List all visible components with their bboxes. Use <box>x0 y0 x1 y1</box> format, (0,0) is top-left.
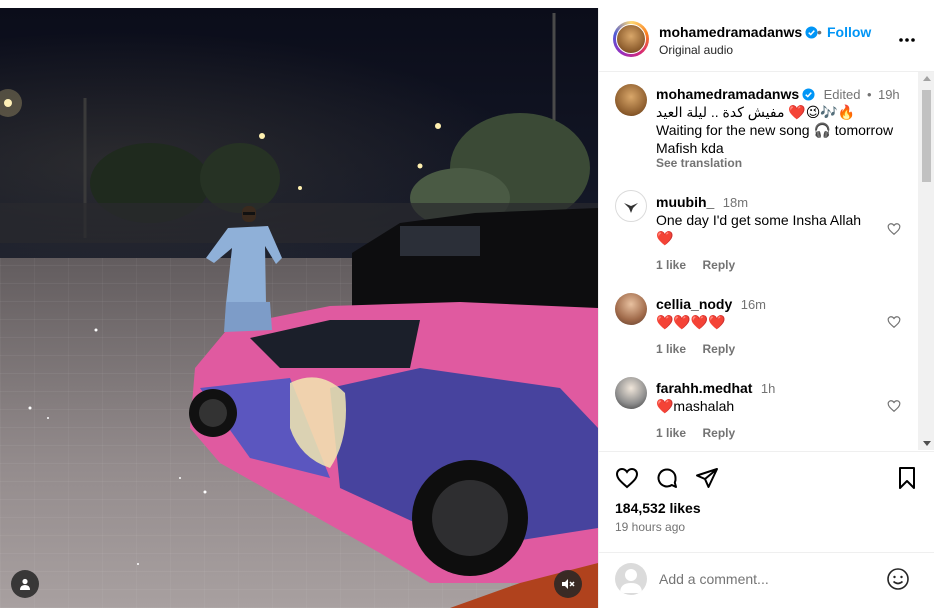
emoji-icon[interactable] <box>886 567 910 591</box>
comment-text-emoji: ❤️ <box>656 230 674 246</box>
author-avatar[interactable] <box>613 21 649 57</box>
street-light-glow <box>0 89 22 117</box>
comment-time: 16m <box>740 297 767 312</box>
caption-text-arabic: مفيش كدة .. ليلة العيد ❤️😉🎶🔥 <box>656 104 856 120</box>
mute-toggle-button[interactable] <box>554 570 582 598</box>
comment-icon[interactable] <box>655 466 679 490</box>
bird-logo-icon <box>624 203 638 213</box>
header-separator: • <box>817 24 822 40</box>
caption-text-line3: Mafish kda <box>656 140 724 156</box>
comments-scrollbar[interactable] <box>918 72 934 450</box>
likes-count[interactable]: 184,532 likes <box>615 500 701 516</box>
sparkle <box>137 563 139 565</box>
add-comment-bar <box>599 552 934 609</box>
comment-likes[interactable]: 1 like <box>656 342 686 356</box>
see-translation-link[interactable]: See translation <box>656 156 742 170</box>
commenter-username[interactable]: farahh.medhat <box>656 380 752 396</box>
comment-text: One day I'd get some Insha Allah <box>656 212 862 228</box>
post-actions: 184,532 likes 19 hours ago <box>599 451 934 552</box>
sparkle <box>179 477 181 479</box>
comments-list[interactable]: mohamedramadanws Edited • 19h مفيش كدة .… <box>599 72 917 450</box>
street-light <box>417 163 423 169</box>
comment-heart-icon[interactable] <box>887 315 901 329</box>
caption-text-english: Waiting for the new song 🎧 tomorrow <box>656 122 894 138</box>
audio-link[interactable]: Original audio <box>659 43 733 57</box>
commenter-avatar[interactable] <box>615 293 647 325</box>
commenter-avatar[interactable] <box>615 377 647 409</box>
street-light <box>259 133 265 139</box>
commenter-username[interactable]: cellia_nody <box>656 296 732 312</box>
caption-edited: Edited <box>823 87 861 102</box>
person-shorts <box>224 302 272 332</box>
scroll-thumb[interactable] <box>922 90 931 182</box>
comment-text: ❤️❤️❤️❤️ <box>656 314 726 330</box>
car-rim <box>199 399 227 427</box>
tagged-users-button[interactable] <box>11 570 39 598</box>
sparkle <box>203 490 207 494</box>
follow-button[interactable]: Follow <box>827 24 871 40</box>
caption-username[interactable]: mohamedramadanws <box>656 86 799 102</box>
comment-likes[interactable]: 1 like <box>656 426 686 440</box>
more-options-icon[interactable] <box>897 30 917 50</box>
post-video[interactable] <box>0 8 598 608</box>
author-username[interactable]: mohamedramadanws <box>659 24 818 40</box>
verified-badge-icon <box>802 88 815 101</box>
comment-time: 18m <box>722 195 749 210</box>
heart-icon[interactable] <box>615 466 639 490</box>
tagged-user-icon <box>20 578 30 590</box>
commenter-avatar[interactable] <box>615 190 647 222</box>
muted-speaker-icon <box>562 579 575 589</box>
comment-text: ❤️mashalah <box>656 398 735 414</box>
comment-heart-icon[interactable] <box>887 399 901 413</box>
caption-dot: • <box>866 87 872 102</box>
street-light <box>298 186 302 190</box>
comment-time: 1h <box>760 381 776 396</box>
current-user-avatar[interactable] <box>615 563 647 595</box>
post-header: mohamedramadanws • Follow Original audio <box>599 8 934 72</box>
commenter-username[interactable]: muubih_ <box>656 194 714 210</box>
comment-heart-icon[interactable] <box>887 222 901 236</box>
person-sunglasses <box>243 212 255 215</box>
reply-button[interactable]: Reply <box>702 426 735 440</box>
suv-window <box>400 226 480 256</box>
comment-likes[interactable]: 1 like <box>656 258 686 272</box>
post-time-ago[interactable]: 19 hours ago <box>615 520 685 534</box>
reply-button[interactable]: Reply <box>702 342 735 356</box>
default-avatar-icon <box>620 569 642 593</box>
car-rim <box>432 480 508 556</box>
caption-time: 19h <box>877 87 900 102</box>
sparkle <box>94 328 98 332</box>
bookmark-icon[interactable] <box>895 466 919 490</box>
add-comment-input[interactable] <box>659 571 859 587</box>
reply-button[interactable]: Reply <box>702 258 735 272</box>
video-scene <box>0 13 598 608</box>
caption-author-avatar[interactable] <box>615 84 647 116</box>
sparkle <box>28 406 32 410</box>
post-side-panel: mohamedramadanws • Follow Original audio… <box>598 8 934 608</box>
scroll-up-arrow-icon[interactable] <box>923 76 931 81</box>
scroll-down-arrow-icon[interactable] <box>923 441 931 446</box>
share-icon[interactable] <box>695 466 719 490</box>
tree <box>200 143 280 213</box>
street-light <box>435 123 441 129</box>
sparkle <box>47 417 49 419</box>
